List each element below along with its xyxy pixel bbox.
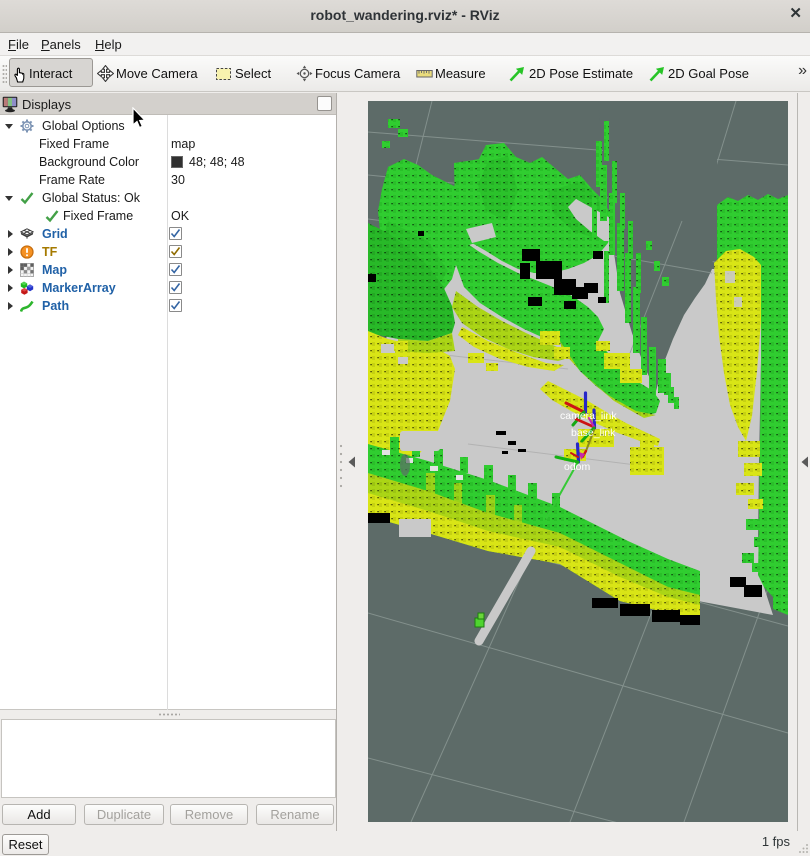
svg-text:camera_link: camera_link [560,410,617,422]
svg-text:odom: odom [564,461,591,473]
svg-text:base_link: base_link [571,427,616,439]
